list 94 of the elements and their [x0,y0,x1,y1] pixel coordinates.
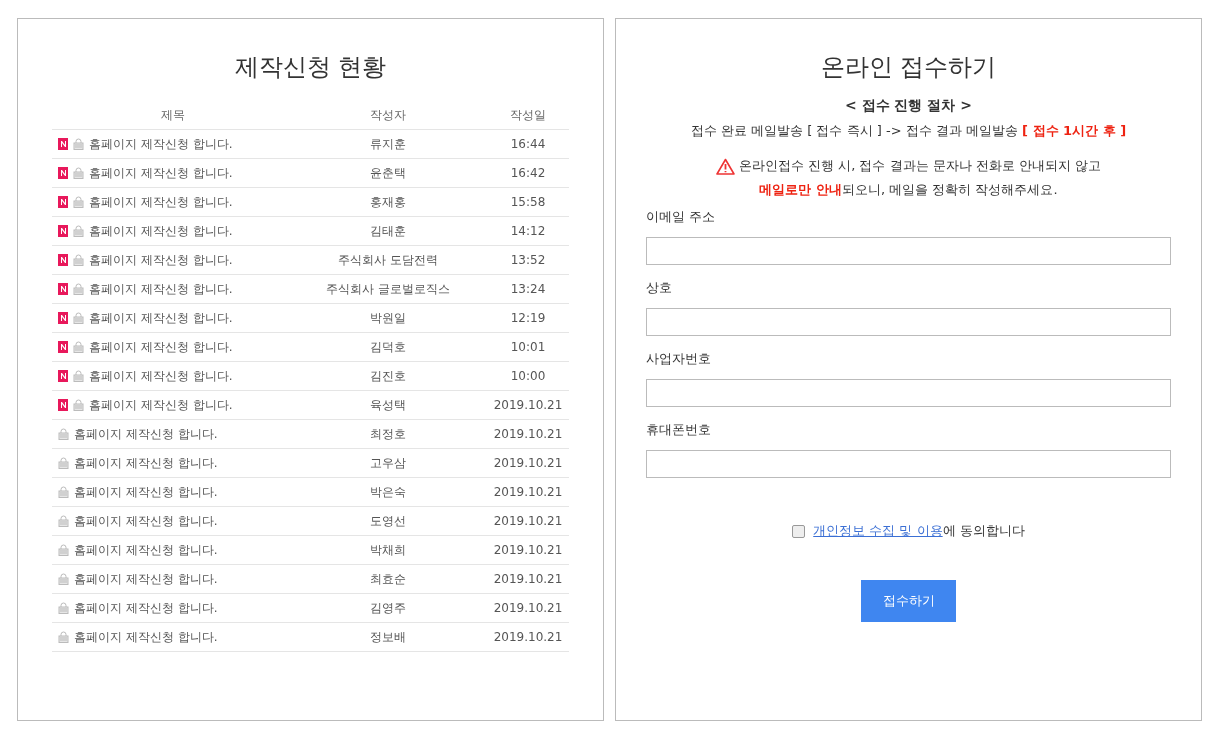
author-cell: 류지훈 [289,129,487,159]
lock-icon [58,602,69,614]
post-title-link[interactable]: 홈페이지 제작신청 합니다. [89,252,233,267]
post-title-link[interactable]: 홈페이지 제작신청 합니다. [89,397,233,412]
consent-checkbox[interactable] [792,524,806,538]
post-title-link[interactable]: 홈페이지 제작신청 합니다. [74,629,218,644]
field-label: 이메일 주소 [646,208,717,226]
column-header: 작성자 [289,101,487,130]
date-cell: 2019.10.21 [487,593,569,623]
lock-icon [73,399,84,411]
procedure-text: 접수 완료 메일발송 [ 접수 즉시 ] -> 접수 결과 메일발송 [ 접수 1시간 후 ] [689,122,1128,140]
author-cell: 박은숙 [289,477,487,507]
date-cell: 12:19 [487,303,569,333]
post-title-link[interactable]: 홈페이지 제작신청 합니다. [89,165,233,180]
column-header: 제목 [52,101,289,130]
author-cell: 김진호 [289,361,487,391]
field-label: 휴대폰번호 [646,421,712,439]
post-title-link[interactable]: 홈페이지 제작신청 합니다. [74,455,218,470]
post-title-link[interactable]: 홈페이지 제작신청 합니다. [74,542,218,557]
lock-icon [73,254,84,266]
date-cell: 13:24 [487,274,569,304]
field-label: 상호 [646,279,673,297]
date-cell: 16:44 [487,129,569,159]
date-cell: 2019.10.21 [487,506,569,536]
date-cell: 10:01 [487,332,569,362]
lock-icon [73,138,84,150]
author-cell: 홍재홍 [289,187,487,217]
submit-button[interactable]: 접수하기 [861,580,956,622]
lock-icon [73,341,84,353]
column-header: 작성일 [487,101,569,130]
date-cell: 2019.10.21 [487,564,569,594]
warning-text: 온라인접수 진행 시, 접수 결과는 문자나 전화로 안내되지 않고 [738,157,1102,175]
lock-icon [58,573,69,585]
author-cell: 육성택 [289,390,487,420]
lock-icon [73,283,84,295]
post-title-link[interactable]: 홈페이지 제작신청 합니다. [89,281,233,296]
lock-icon [73,225,84,237]
date-cell: 2019.10.21 [487,477,569,507]
author-cell: 박채희 [289,535,487,565]
warning-icon [715,157,735,175]
date-cell: 10:00 [487,361,569,391]
lock-icon [73,312,84,324]
post-title-link[interactable]: 홈페이지 제작신청 합니다. [74,426,218,441]
post-title-link[interactable]: 홈페이지 제작신청 합니다. [89,136,233,151]
date-cell: 2019.10.21 [487,419,569,449]
input-field[interactable] [646,237,1171,265]
input-field[interactable] [646,379,1171,407]
lock-icon [58,428,69,440]
date-cell: 15:58 [487,187,569,217]
author-cell: 김덕호 [289,332,487,362]
post-title-link[interactable]: 홈페이지 제작신청 합니다. [74,571,218,586]
date-cell: 2019.10.21 [487,448,569,478]
input-field[interactable] [646,308,1171,336]
input-field[interactable] [646,450,1171,478]
author-cell: 주식회사 글로벌로직스 [289,274,487,304]
date-cell: 16:42 [487,158,569,188]
date-cell: 13:52 [487,245,569,275]
author-cell: 최효순 [289,564,487,594]
post-title-link[interactable]: 홈페이지 제작신청 합니다. [89,310,233,325]
lock-icon [58,544,69,556]
panel-title: 제작신청 현황 [233,52,388,83]
lock-icon [73,167,84,179]
post-title-link[interactable]: 홈페이지 제작신청 합니다. [89,368,233,383]
author-cell: 김영주 [289,593,487,623]
date-cell: 2019.10.21 [487,535,569,565]
author-cell: 윤춘택 [289,158,487,188]
post-title-link[interactable]: 홈페이지 제작신청 합니다. [89,223,233,238]
author-cell: 주식회사 도담전력 [289,245,487,275]
lock-icon [58,457,69,469]
privacy-policy-link[interactable]: 개인정보 수집 및 이용 [813,522,943,540]
field-label: 사업자번호 [646,350,712,368]
lock-icon [73,196,84,208]
author-cell: 도영선 [289,506,487,536]
author-cell: 박원일 [289,303,487,333]
post-title-link[interactable]: 홈페이지 제작신청 합니다. [74,484,218,499]
lock-icon [73,370,84,382]
warning-text: 메일로만 안내되오니, 메일을 정확히 작성해주세요. [759,181,1058,199]
author-cell: 최정호 [289,419,487,449]
date-cell: 2019.10.21 [487,622,569,652]
post-title-link[interactable]: 홈페이지 제작신청 합니다. [89,194,233,209]
procedure-heading: < 접수 진행 절차 > [844,97,973,115]
panel-title: 온라인 접수하기 [819,52,998,83]
consent-text: 에 동의합니다 [942,522,1025,540]
lock-icon [58,515,69,527]
lock-icon [58,486,69,498]
post-title-link[interactable]: 홈페이지 제작신청 합니다. [74,600,218,615]
author-cell: 정보배 [289,622,487,652]
lock-icon [58,631,69,643]
author-cell: 고우삼 [289,448,487,478]
post-title-link[interactable]: 홈페이지 제작신청 합니다. [89,339,233,354]
post-title-link[interactable]: 홈페이지 제작신청 합니다. [74,513,218,528]
date-cell: 14:12 [487,216,569,246]
date-cell: 2019.10.21 [487,390,569,420]
author-cell: 김태훈 [289,216,487,246]
